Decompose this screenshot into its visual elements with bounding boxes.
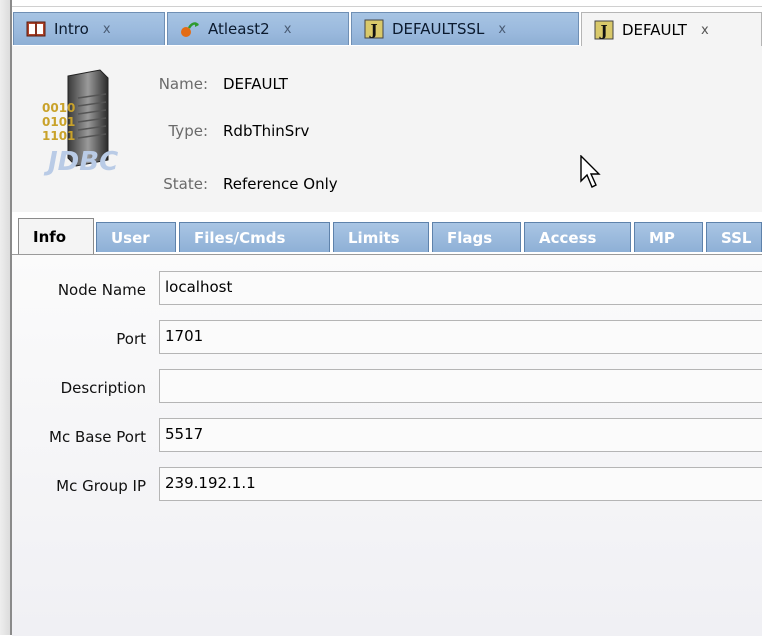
mouse-cursor-icon: [580, 155, 601, 188]
svg-text:1101: 1101: [42, 129, 75, 143]
tab-mp[interactable]: MP: [634, 222, 703, 252]
close-icon[interactable]: x: [701, 23, 709, 38]
left-rail: [0, 0, 12, 635]
tab-ssl[interactable]: SSL: [706, 222, 762, 252]
mc-group-ip-label: Mc Group IP: [56, 477, 146, 495]
tab-limits[interactable]: Limits: [333, 222, 429, 252]
tab-label: DEFAULT: [622, 21, 687, 39]
tab-files-cmds[interactable]: Files/Cmds: [179, 222, 330, 252]
type-value: RdbThinSrv: [223, 122, 310, 140]
tab-access[interactable]: Access: [524, 222, 631, 252]
tab-flags[interactable]: Flags: [432, 222, 521, 252]
close-icon[interactable]: x: [103, 22, 111, 37]
j-icon: J: [364, 19, 384, 39]
document-tab-bar: Intro x Atleast2 x J DEFAULTSSL x J DEFA…: [13, 12, 762, 47]
description-label: Description: [60, 379, 146, 397]
name-value: DEFAULT: [223, 75, 288, 93]
mc-group-ip-field[interactable]: 239.192.1.1: [159, 467, 762, 501]
tab-defaultssl[interactable]: J DEFAULTSSL x: [351, 12, 579, 45]
description-field[interactable]: [159, 369, 762, 403]
tab-label: DEFAULTSSL: [392, 20, 485, 38]
state-label: State:: [163, 175, 208, 193]
mc-base-port-label: Mc Base Port: [49, 428, 146, 446]
jdbc-logo-text: JDBC: [43, 147, 118, 177]
svg-text:0010: 0010: [42, 101, 75, 115]
node-name-label: Node Name: [57, 281, 146, 299]
tab-atleast2[interactable]: Atleast2 x: [167, 12, 349, 45]
node-name-field[interactable]: localhost: [159, 271, 762, 305]
type-label: Type:: [168, 122, 208, 140]
port-label: Port: [116, 330, 146, 348]
close-icon[interactable]: x: [284, 22, 292, 37]
tab-intro[interactable]: Intro x: [13, 12, 165, 45]
info-panel: Node Name localhost Port 1701 Descriptio…: [12, 254, 762, 636]
svg-text:0101: 0101: [42, 115, 75, 129]
mc-base-port-field[interactable]: 5517: [159, 418, 762, 452]
port-field[interactable]: 1701: [159, 320, 762, 354]
j-icon: J: [594, 20, 614, 40]
top-rule: [12, 0, 762, 7]
tab-user[interactable]: User: [96, 222, 176, 252]
tab-default[interactable]: J DEFAULT x: [581, 12, 762, 47]
svg-text:J: J: [598, 22, 607, 40]
name-label: Name:: [158, 75, 208, 93]
property-tab-bar: Info User Files/Cmds Limits Flags Access…: [18, 218, 762, 254]
svg-text:J: J: [368, 21, 377, 39]
close-icon[interactable]: x: [498, 22, 506, 37]
book-icon: [26, 21, 46, 37]
node-header: 0010 0101 1101 JDBC Name: DEFAULT Type: …: [12, 46, 762, 212]
state-value: Reference Only: [223, 175, 338, 193]
tab-info[interactable]: Info: [18, 218, 94, 254]
sync-icon: [181, 22, 199, 37]
tab-label: Intro: [54, 20, 89, 38]
tab-label: Atleast2: [208, 20, 270, 38]
jdbc-server-icon: 0010 0101 1101 JDBC: [42, 69, 118, 177]
